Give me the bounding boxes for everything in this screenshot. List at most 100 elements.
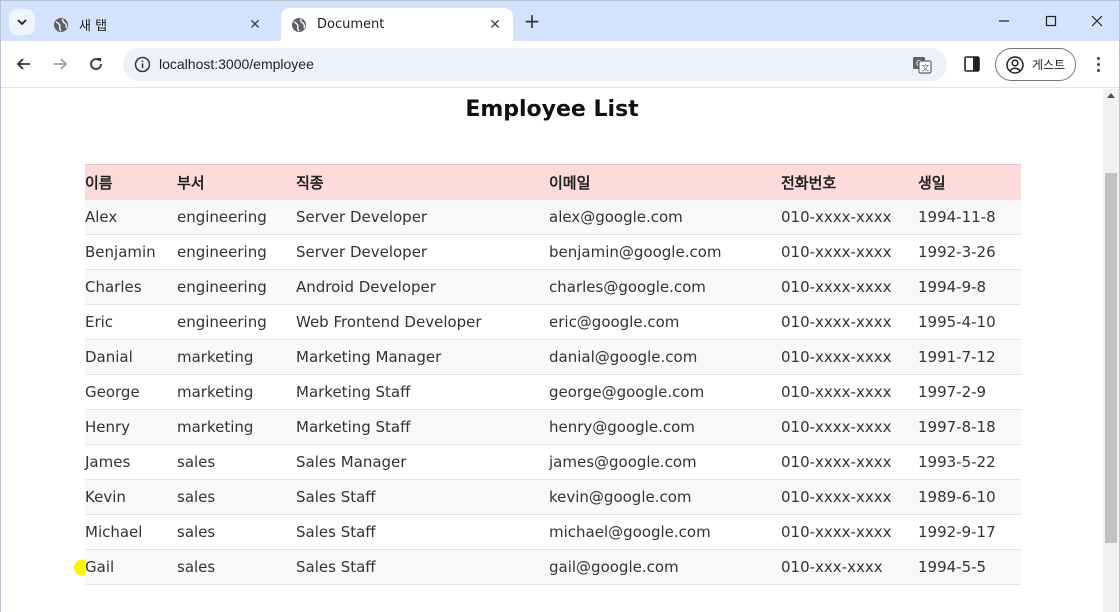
more-vert-icon[interactable] [1089,53,1107,75]
table-cell: danial@google.com [549,339,781,375]
table-cell: Sales Manager [296,444,549,480]
table-header-row: 이름 부서 직종 이메일 전화번호 생일 [85,164,1021,200]
employee-table-body: Alex engineering Server Developer alex@goog… [85,199,1021,585]
table-cell: 010-xxxx-xxxx [781,374,918,410]
table-cell: 010-xxxx-xxxx [781,339,918,375]
table-cell: james@google.com [549,444,781,480]
side-panel-icon[interactable] [963,55,981,73]
tab-new-tab[interactable]: 새 탭 ✕ [43,8,273,41]
table-cell: Benjamin [85,234,177,270]
table-cell: Sales Staff [296,479,549,515]
table-cell: Alex [85,199,177,235]
profile-label: 게스트 [1032,58,1066,72]
table-row: Michael sales Sales Staff michael@google.co… [85,514,1021,550]
table-cell: 1989-6-10 [918,479,1021,515]
table-cell: Android Developer [296,269,549,305]
close-window-button[interactable] [1074,1,1120,41]
column-header: 생일 [918,164,1021,200]
scrollbar[interactable] [1103,89,1119,612]
minimize-button[interactable] [981,1,1027,41]
table-cell: engineering [177,269,296,305]
table-cell: 010-xxxx-xxxx [781,304,918,340]
table-cell: 010-xxxx-xxxx [781,409,918,445]
reload-icon [90,58,102,70]
back-button[interactable] [11,51,37,77]
table-row: Alex engineering Server Developer alex@goog… [85,199,1021,235]
table-cell: Henry [85,409,177,445]
table-cell: alex@google.com [549,199,781,235]
table-cell: gail@google.com [549,549,781,585]
scroll-up-arrow-icon[interactable] [1107,93,1115,98]
table-cell: Web Frontend Developer [296,304,549,340]
table-cell: marketing [177,339,296,375]
page-viewport: Employee List 이름 부서 직종 이메일 전화번호 생일 Alex e… [1,89,1103,612]
table-cell: marketing [177,374,296,410]
table-row: Danial marketing Marketing Manager danial@g… [85,339,1021,375]
table-cell: eric@google.com [549,304,781,340]
browser-window: 새 탭 ✕ Document ✕ + localhost:3000/employ… [0,0,1120,612]
globe-icon [54,17,68,32]
tab-close-button[interactable]: ✕ [243,17,267,33]
info-icon[interactable] [134,56,151,73]
tab-document[interactable]: Document ✕ [281,8,513,41]
url-text[interactable]: localhost:3000/employee [159,56,314,72]
table-cell: Sales Staff [296,549,549,585]
table-cell: Gail [85,549,177,585]
column-header: 이름 [85,164,177,200]
column-header: 직종 [296,164,549,200]
table-cell: Kevin [85,479,177,515]
tab-close-button[interactable]: ✕ [483,17,507,33]
profile-button[interactable]: 게스트 [995,48,1076,81]
table-cell: Sales Staff [296,514,549,550]
table-row: Gail sales Sales Staff gail@google.com 010-x… [85,549,1021,585]
table-cell: sales [177,514,296,550]
table-row: Charles engineering Android Developer charl… [85,269,1021,305]
table-cell: Marketing Manager [296,339,549,375]
reload-button[interactable] [83,51,109,77]
scroll-thumb[interactable] [1105,173,1117,543]
page-title: Employee List [465,97,639,122]
table-cell: Eric [85,304,177,340]
table-cell: 1994-5-5 [918,549,1021,585]
table-cell: 010-xxxx-xxxx [781,199,918,235]
table-row: Eric engineering Web Frontend Developer eri… [85,304,1021,340]
table-cell: 1995-4-10 [918,304,1021,340]
table-cell: kevin@google.com [549,479,781,515]
table-cell: benjamin@google.com [549,234,781,270]
address-bar[interactable]: localhost:3000/employee G文 [123,48,947,81]
table-cell: 1994-11-8 [918,199,1021,235]
new-tab-button[interactable]: + [520,10,544,34]
arrow-right-icon [54,58,68,70]
table-row: Henry marketing Marketing Staff henry@googl… [85,409,1021,445]
maximize-button[interactable] [1028,1,1074,41]
forward-button[interactable] [47,51,73,77]
table-cell: 1992-9-17 [918,514,1021,550]
table-cell: James [85,444,177,480]
table-cell: george@google.com [549,374,781,410]
table-cell: 1993-5-22 [918,444,1021,480]
table-cell: 1997-2-9 [918,374,1021,410]
svg-text:文: 文 [922,63,930,73]
table-cell: marketing [177,409,296,445]
column-header: 이메일 [549,164,781,200]
table-cell: engineering [177,304,296,340]
translate-icon[interactable]: G文 [912,55,932,75]
table-cell: 010-xxx-xxxx [781,549,918,585]
table-cell: engineering [177,234,296,270]
table-cell: 010-xxxx-xxxx [781,444,918,480]
table-cell: 1991-7-12 [918,339,1021,375]
column-header: 전화번호 [781,164,918,200]
table-row: Benjamin engineering Server Developer benja… [85,234,1021,270]
chevron-down-icon [17,19,27,26]
column-header: 부서 [177,164,296,200]
tab-search-button[interactable] [9,9,35,35]
arrow-left-icon [16,58,30,70]
table-cell: Charles [85,269,177,305]
person-icon [1006,55,1024,74]
table-cell: 010-xxxx-xxxx [781,514,918,550]
browser-toolbar: localhost:3000/employee G文 게스트 [1,41,1119,88]
minimize-icon [999,20,1009,22]
table-cell: Marketing Staff [296,374,549,410]
table-cell: Server Developer [296,199,549,235]
table-cell: Michael [85,514,177,550]
